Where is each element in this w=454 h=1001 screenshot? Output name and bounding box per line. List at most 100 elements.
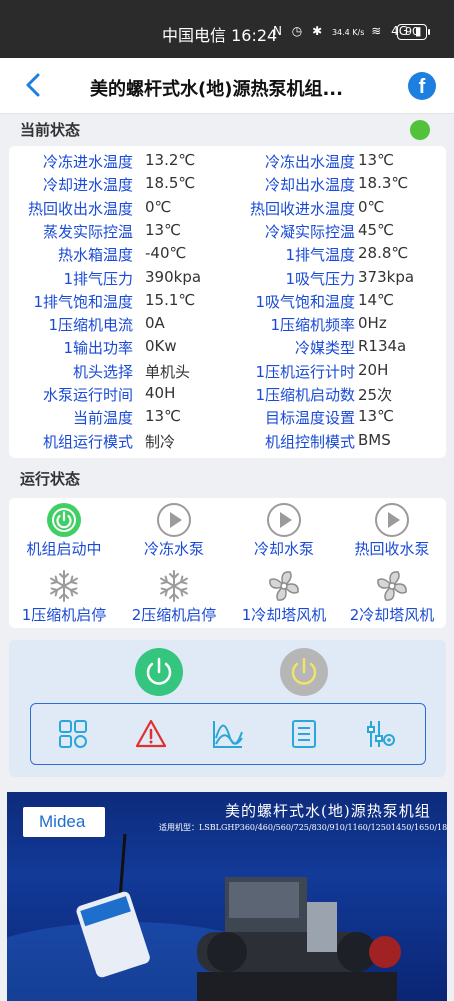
status-label: 1输出功率 <box>63 339 133 358</box>
status-label: 机组控制模式 <box>264 432 355 451</box>
product-banner: Midea 美的螺杆式水(地)源热泵机组 适用机型：LSBLGHP360/460… <box>7 792 447 1001</box>
status-row: 热水箱温度 -40℃ 1排气温度 28.8℃ <box>9 244 446 267</box>
status-label: 热水箱温度 <box>57 246 133 265</box>
system-status-bar: 中国电信 16:24 N ◷ ✱ 34.4 K/s ≋ 4G ▮ 90 <box>0 0 454 58</box>
status-value: 13℃ <box>145 407 181 426</box>
status-label: 1排气压力 <box>63 269 133 288</box>
grid-icon[interactable] <box>57 718 89 750</box>
status-value: 373kpa <box>358 267 415 286</box>
status-value: R134a <box>358 337 407 356</box>
status-value: 13℃ <box>145 220 181 239</box>
power-on-icon <box>46 502 82 538</box>
status-value: 40H <box>145 384 176 402</box>
status-label: 热回收进水温度 <box>249 199 355 218</box>
current-status-card: 冷冻进水温度 13.2℃ 冷冻出水温度 13℃ 冷却进水温度 18.5℃ 冷却出水温度 18.… <box>9 146 446 458</box>
run-status-card: 机组启动中 冷冻水泵 冷却水泵 热回收水泵 1压缩机启停 2压缩机启停 1冷却塔风机 2冷却塔… <box>9 498 446 628</box>
status-row: 1压缩机电流 0A 1压缩机频率 0Hz <box>9 314 446 337</box>
status-value: 13.2℃ <box>145 151 196 169</box>
power-on-button[interactable] <box>135 648 183 696</box>
control-panel <box>9 640 446 777</box>
play-icon <box>374 502 410 538</box>
status-value: 18.3℃ <box>358 174 409 193</box>
status-label: 1压缩机频率 <box>270 316 355 335</box>
status-row: 热回收出水温度 0℃ 热回收进水温度 0℃ <box>9 198 446 221</box>
play-icon <box>266 502 302 538</box>
power-icon <box>291 657 317 685</box>
page-title: 美的螺杆式水(地)源热泵机组... <box>90 79 343 100</box>
power-icon <box>146 657 172 685</box>
battery-icon: 90 <box>397 24 430 40</box>
status-value: 0℃ <box>145 197 172 216</box>
status-value: 45℃ <box>358 220 394 239</box>
status-label: 机组运行模式 <box>42 432 133 451</box>
status-value: 单机头 <box>145 362 191 381</box>
status-label: 冷凝实际控温 <box>264 222 355 241</box>
status-value: 28.8℃ <box>358 244 409 263</box>
chart-icon[interactable] <box>212 718 244 750</box>
fan-icon <box>266 568 302 604</box>
status-label: 冷冻进水温度 <box>42 153 133 171</box>
status-label: 1排气温度 <box>285 246 355 265</box>
status-value: 0A <box>145 314 165 333</box>
status-label: 1排气饱和温度 <box>33 292 133 311</box>
status-label: 机头选择 <box>72 362 133 381</box>
snowflake-icon <box>156 568 192 604</box>
status-value: 15.1℃ <box>145 290 196 309</box>
play-icon <box>156 502 192 538</box>
status-label: 冷却进水温度 <box>42 176 133 195</box>
status-value: 制冷 <box>145 432 176 451</box>
alarm-icon[interactable] <box>135 718 167 750</box>
status-value: 0Hz <box>358 314 387 333</box>
status-value: -40℃ <box>145 244 187 263</box>
online-indicator <box>410 120 430 140</box>
snowflake-icon <box>46 568 82 604</box>
app-header: 美的螺杆式水(地)源热泵机组... f <box>0 58 454 114</box>
status-row: 冷却进水温度 18.5℃ 冷却出水温度 18.3℃ <box>9 174 446 197</box>
carrier-time: 中国电信 16:24 <box>162 26 278 45</box>
status-value: 390kpa <box>145 267 202 286</box>
run-status-label: 热回收水泵 <box>354 540 430 558</box>
status-value: 0℃ <box>358 197 385 216</box>
status-row: 1输出功率 0Kw 冷媒类型 R134a <box>9 337 446 360</box>
facebook-icon[interactable]: f <box>408 72 436 100</box>
power-off-button[interactable] <box>280 648 328 696</box>
status-row: 当前温度 13℃ 目标温度设置 13℃ <box>9 407 446 430</box>
run-status-title: 运行状态 <box>20 470 81 488</box>
status-row: 蒸发实际控温 13℃ 冷凝实际控温 45℃ <box>9 221 446 244</box>
status-value: 0Kw <box>145 337 177 356</box>
status-label: 目标温度设置 <box>264 409 355 428</box>
function-toolbar <box>30 703 426 765</box>
status-value: 13℃ <box>358 407 394 426</box>
status-row: 1排气压力 390kpa 1吸气压力 373kpa <box>9 268 446 291</box>
current-status-title: 当前状态 <box>20 121 81 139</box>
chevron-left-icon[interactable] <box>22 72 46 98</box>
status-label: 热回收出水温度 <box>27 199 133 218</box>
fan-icon <box>374 568 410 604</box>
status-label: 1吸气饱和温度 <box>255 292 355 311</box>
status-label: 水泵运行时间 <box>42 386 133 404</box>
status-row: 机头选择 单机头 1压机运行计时 20H <box>9 361 446 384</box>
status-value: 20H <box>358 360 389 379</box>
status-label: 冷媒类型 <box>294 339 355 358</box>
status-row: 冷冻进水温度 13.2℃ 冷冻出水温度 13℃ <box>9 151 446 174</box>
status-label: 冷冻出水温度 <box>264 153 355 171</box>
status-label: 1压机运行计时 <box>255 362 355 381</box>
status-label: 当前温度 <box>72 409 133 428</box>
status-label: 1吸气压力 <box>285 269 355 288</box>
run-status-label: 2冷却塔风机 <box>349 606 435 624</box>
status-value: BMS <box>358 430 391 449</box>
status-label: 1压缩机电流 <box>48 316 133 335</box>
status-row: 水泵运行时间 40H 1压缩机启动数 25次 <box>9 384 446 407</box>
status-label: 蒸发实际控温 <box>42 222 133 241</box>
status-row: 机组运行模式 制冷 机组控制模式 BMS <box>9 431 446 454</box>
settings-sliders-icon[interactable] <box>365 718 397 750</box>
network-speed: 34.4 K/s <box>331 28 365 37</box>
status-value: 14℃ <box>358 290 394 309</box>
status-label: 1压缩机启动数 <box>255 386 355 404</box>
product-illustration <box>7 833 401 1001</box>
status-row: 1排气饱和温度 15.1℃ 1吸气饱和温度 14℃ <box>9 291 446 314</box>
status-value: 18.5℃ <box>145 174 196 193</box>
status-value: 25次 <box>358 386 393 404</box>
status-label: 冷却出水温度 <box>264 176 355 195</box>
list-icon[interactable] <box>288 718 320 750</box>
